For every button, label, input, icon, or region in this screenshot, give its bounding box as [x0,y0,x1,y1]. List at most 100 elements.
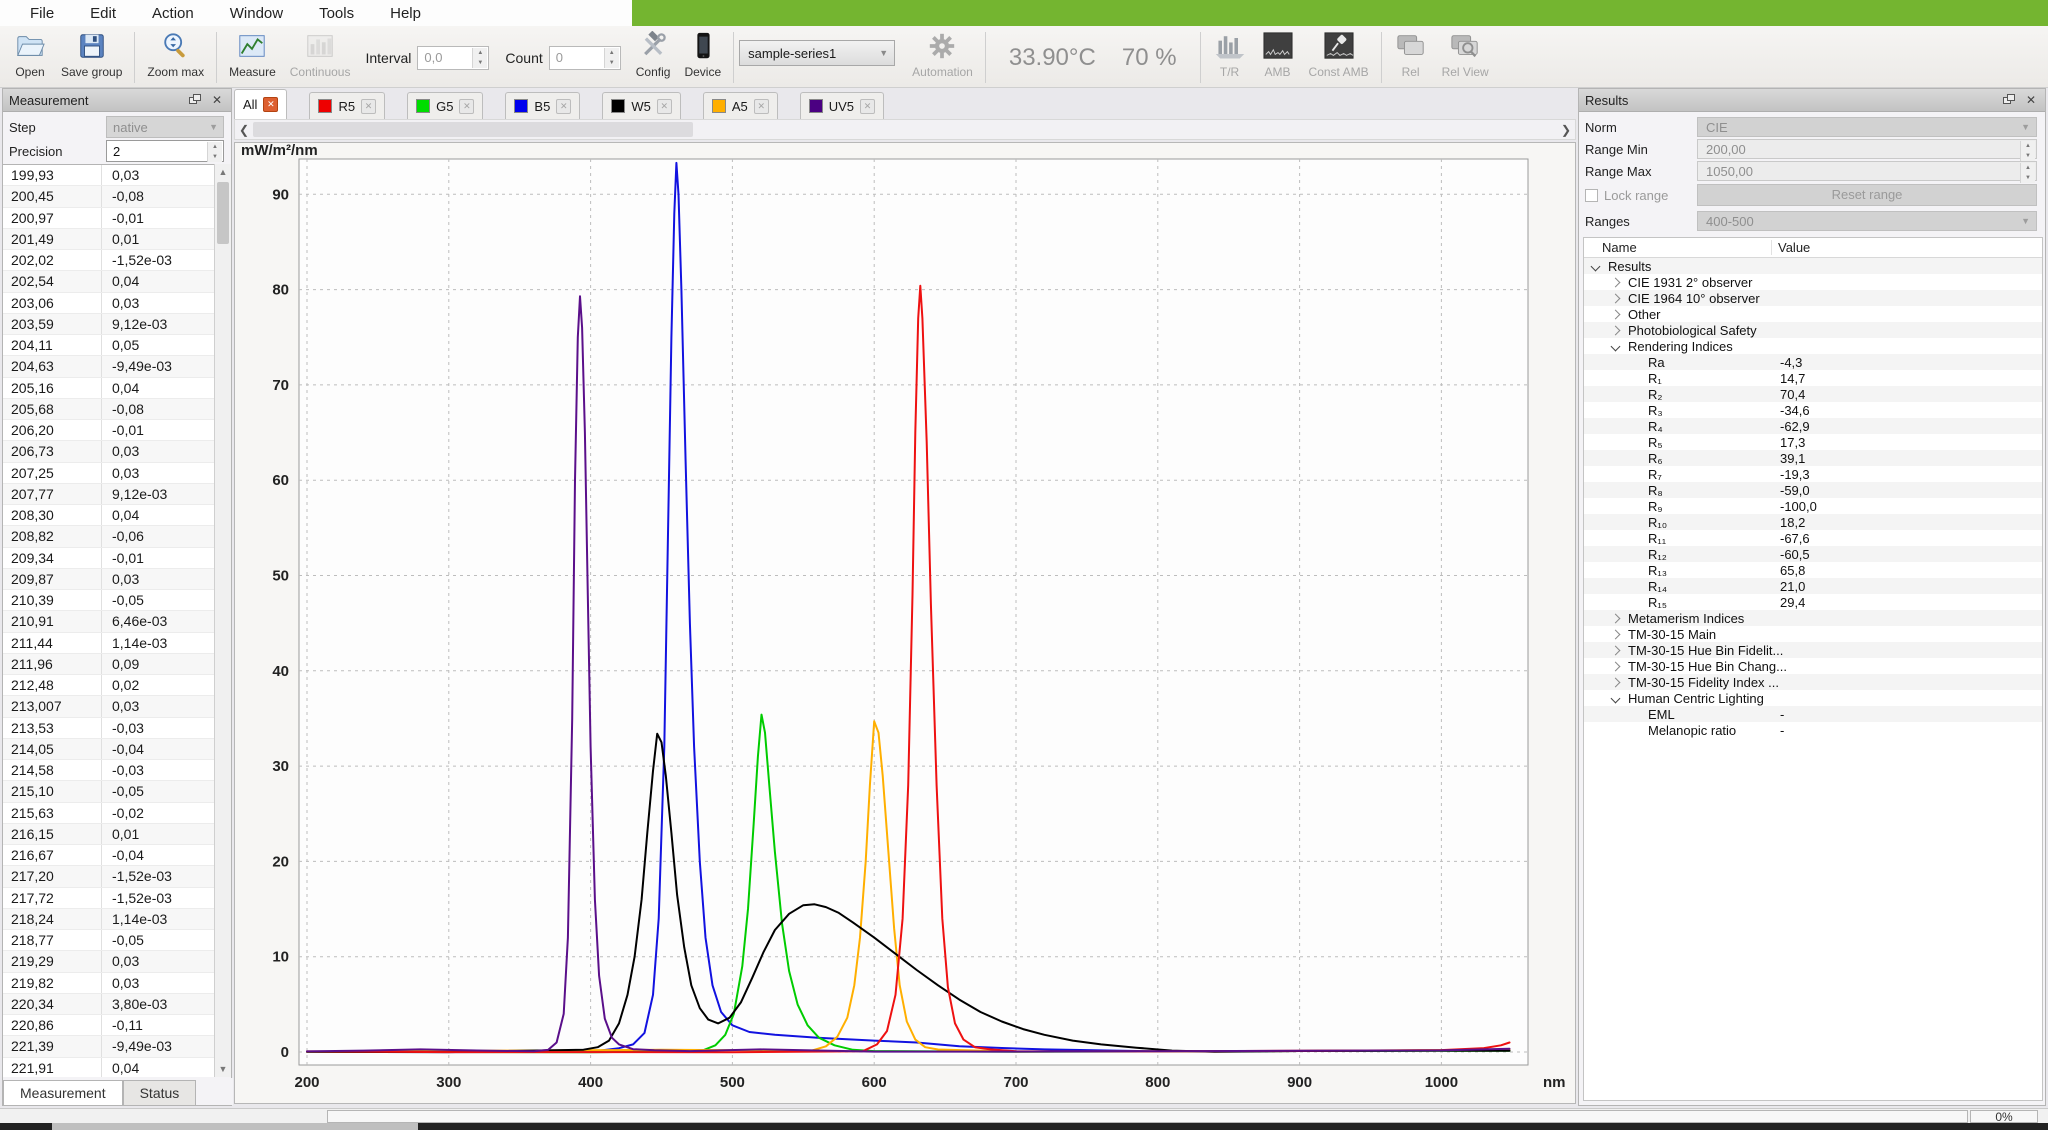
float-panel-icon[interactable] [2001,93,2017,107]
close-tab-icon[interactable]: ✕ [263,97,278,112]
tree-row[interactable]: R₈-59,0 [1584,482,2042,498]
measurement-row[interactable]: 209,870,03 [3,569,215,590]
tree-row[interactable]: Human Centric Lighting [1584,690,2042,706]
spectrum-plot[interactable]: 0102030405060708090200300400500600700800… [235,143,1575,1103]
measurement-row[interactable]: 217,72-1,52e-03 [3,888,215,909]
tree-row[interactable]: R₃-34,6 [1584,402,2042,418]
measurement-row[interactable]: 202,540,04 [3,271,215,292]
scroll-left-icon[interactable]: ❮ [235,123,253,137]
measurement-row[interactable]: 212,480,02 [3,675,215,696]
config-button[interactable]: Config [629,28,678,87]
measurement-row[interactable]: 219,820,03 [3,973,215,994]
series-tab-a5[interactable]: A5✕ [703,92,778,119]
chevron-right-icon[interactable] [1611,645,1621,655]
scrollbar-thumb[interactable] [217,182,229,244]
menu-action[interactable]: Action [136,2,210,25]
menu-file[interactable]: File [14,2,70,25]
tree-row[interactable]: Photobiological Safety [1584,322,2042,338]
measurement-row[interactable]: 201,490,01 [3,229,215,250]
measurement-row[interactable]: 205,160,04 [3,378,215,399]
measurement-row[interactable]: 203,060,03 [3,293,215,314]
save-group-button[interactable]: Save group [54,28,129,87]
tree-row[interactable]: R₁₁-67,6 [1584,530,2042,546]
menu-tools[interactable]: Tools [303,2,370,25]
measurement-row[interactable]: 216,150,01 [3,824,215,845]
scroll-down-icon[interactable]: ▼ [215,1061,231,1077]
measurement-row[interactable]: 220,343,80e-03 [3,994,215,1015]
zoom-max-button[interactable]: Zoom max [140,28,211,87]
menu-edit[interactable]: Edit [74,2,132,25]
float-panel-icon[interactable] [187,93,203,107]
measurement-row[interactable]: 214,58-0,03 [3,760,215,781]
tree-row[interactable]: R₉-100,0 [1584,498,2042,514]
tree-row[interactable]: R₅17,3 [1584,434,2042,450]
measurement-row[interactable]: 213,0070,03 [3,696,215,717]
scrollbar-thumb[interactable] [253,122,693,137]
tab-status[interactable]: Status [123,1080,197,1105]
measurement-row[interactable]: 210,916,46e-03 [3,611,215,632]
measurement-row[interactable]: 216,67-0,04 [3,845,215,866]
tree-row[interactable]: R₄-62,9 [1584,418,2042,434]
tree-row[interactable]: R₁₄21,0 [1584,578,2042,594]
measurement-row[interactable]: 217,20-1,52e-03 [3,866,215,887]
measurement-table-scrollbar[interactable]: ▲ ▼ [214,164,231,1077]
tree-row[interactable]: R₂70,4 [1584,386,2042,402]
chevron-right-icon[interactable] [1611,661,1621,671]
measurement-row[interactable]: 207,250,03 [3,463,215,484]
measurement-row[interactable]: 206,20-0,01 [3,420,215,441]
measurement-row[interactable]: 204,63-9,49e-03 [3,356,215,377]
measurement-row[interactable]: 218,241,14e-03 [3,909,215,930]
tree-row[interactable]: R₁₃65,8 [1584,562,2042,578]
tree-row[interactable]: CIE 1964 10° observer [1584,290,2042,306]
measurement-row[interactable]: 207,779,12e-03 [3,484,215,505]
measurement-row[interactable]: 208,300,04 [3,505,215,526]
measurement-row[interactable]: 210,39-0,05 [3,590,215,611]
tree-row[interactable]: TM-30-15 Main [1584,626,2042,642]
tab-measurement[interactable]: Measurement [3,1080,123,1105]
tree-row[interactable]: Ra-4,3 [1584,354,2042,370]
series-tab-w5[interactable]: W5✕ [602,92,681,119]
precision-spinbox[interactable]: 2 ▲▼ [106,140,224,162]
tree-row[interactable]: Melanopic ratio- [1584,722,2042,738]
series-tab-g5[interactable]: G5✕ [407,92,483,119]
measurement-row[interactable]: 221,910,04 [3,1058,215,1078]
tree-row[interactable]: R₁14,7 [1584,370,2042,386]
series-tab-b5[interactable]: B5✕ [505,92,580,119]
chevron-down-icon[interactable] [1591,261,1601,271]
tree-row[interactable]: R₁₀18,2 [1584,514,2042,530]
tree-row[interactable]: R₁₅29,4 [1584,594,2042,610]
device-button[interactable]: Device [677,28,728,87]
close-panel-icon[interactable]: ✕ [2023,93,2039,107]
chevron-right-icon[interactable] [1611,293,1621,303]
measure-button[interactable]: Measure [222,28,283,87]
spectrum-chart[interactable]: 0102030405060708090200300400500600700800… [234,142,1576,1104]
measurement-row[interactable]: 219,290,03 [3,951,215,972]
measurement-row[interactable]: 211,960,09 [3,654,215,675]
tree-row[interactable]: TM-30-15 Fidelity Index ... [1584,674,2042,690]
menu-help[interactable]: Help [374,2,437,25]
scroll-right-icon[interactable]: ❯ [1557,123,1575,137]
open-button[interactable]: Open [6,28,54,87]
measurement-row[interactable]: 209,34-0,01 [3,548,215,569]
measurement-row[interactable]: 211,441,14e-03 [3,633,215,654]
chevron-down-icon[interactable] [1611,341,1621,351]
tree-row[interactable]: R₁₂-60,5 [1584,546,2042,562]
plot-area[interactable] [299,159,1528,1065]
tree-row[interactable]: R₆39,1 [1584,450,2042,466]
tree-row[interactable]: Results [1584,258,2042,274]
measurement-row[interactable]: 221,39-9,49e-03 [3,1036,215,1057]
chevron-right-icon[interactable] [1611,677,1621,687]
precision-spinner[interactable]: ▲▼ [207,142,222,162]
measurement-row[interactable]: 202,02-1,52e-03 [3,250,215,271]
tree-row[interactable]: CIE 1931 2° observer [1584,274,2042,290]
chevron-right-icon[interactable] [1611,629,1621,639]
measurement-row[interactable]: 208,82-0,06 [3,526,215,547]
chevron-right-icon[interactable] [1611,309,1621,319]
series-tab-r5[interactable]: R5✕ [309,92,385,119]
tree-row[interactable]: Metamerism Indices [1584,610,2042,626]
tree-row[interactable]: EML- [1584,706,2042,722]
chevron-right-icon[interactable] [1611,325,1621,335]
tree-row[interactable]: TM-30-15 Hue Bin Chang... [1584,658,2042,674]
measurement-row[interactable]: 220,86-0,11 [3,1015,215,1036]
measurement-row[interactable]: 200,45-0,08 [3,186,215,207]
